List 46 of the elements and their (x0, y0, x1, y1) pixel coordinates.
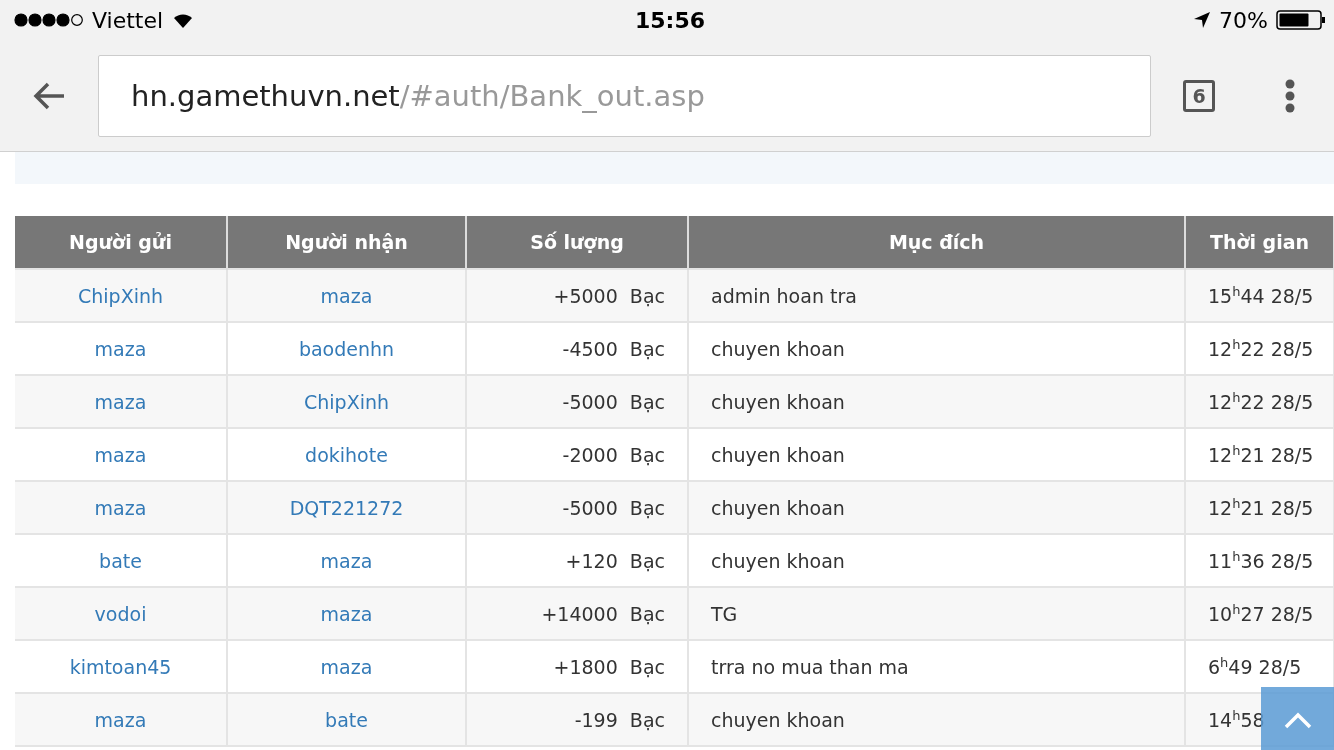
battery-icon (1276, 10, 1326, 30)
time-cell: 12$^{h}$22 28/5 (1185, 375, 1334, 428)
time-cell: 10$^{h}$27 28/5 (1185, 587, 1334, 640)
amount-cell: +14000 Bạc (466, 587, 688, 640)
sender-link[interactable]: maza (94, 496, 147, 519)
column-header: Mục đích (688, 216, 1185, 269)
receiver-link[interactable]: bate (325, 708, 368, 731)
purpose-cell: chuyen khoan (688, 481, 1185, 534)
battery-percent: 70% (1219, 7, 1268, 33)
sender-link[interactable]: ChipXinh (78, 284, 163, 307)
amount-cell: +5000 Bạc (466, 269, 688, 322)
column-header: Số lượng (466, 216, 688, 269)
column-header: Người nhận (227, 216, 466, 269)
receiver-link[interactable]: maza (320, 602, 373, 625)
time-cell: 15$^{h}$44 28/5 (1185, 269, 1334, 322)
address-bar[interactable]: hn.gamethuvn.net/#auth/Bank_out.asp (98, 54, 1151, 137)
purpose-cell: TG (688, 587, 1185, 640)
amount-cell: -5000 Bạc (466, 481, 688, 534)
sender-link[interactable]: maza (94, 390, 147, 413)
purpose-cell: chuyen khoan (688, 375, 1185, 428)
sender-link[interactable]: bate (99, 549, 142, 572)
receiver-link[interactable]: maza (320, 284, 373, 307)
location-arrow-icon (1193, 11, 1212, 29)
tab-count-button[interactable]: 6 (1183, 79, 1215, 112)
purpose-cell: chuyen khoan (688, 693, 1185, 746)
sender-link[interactable]: maza (94, 708, 147, 731)
sender-link[interactable]: maza (94, 337, 147, 360)
receiver-link[interactable]: baodenhn (298, 337, 395, 360)
column-header: Thời gian (1185, 216, 1334, 269)
more-menu-icon[interactable] (1285, 78, 1295, 113)
amount-cell: -199 Bạc (466, 693, 688, 746)
carrier-name: Viettel (92, 7, 164, 33)
receiver-link[interactable]: maza (320, 549, 373, 572)
clock-time: 15:56 (635, 7, 705, 33)
sender-link[interactable]: vodoi (94, 602, 147, 625)
column-header: Người gửi (15, 216, 227, 269)
back-arrow-icon[interactable] (32, 80, 66, 111)
receiver-link[interactable]: maza (320, 655, 373, 678)
receiver-link[interactable]: dokihote (305, 443, 388, 466)
purpose-cell: admin hoan tra (688, 269, 1185, 322)
amount-cell: -5000 Bạc (466, 375, 688, 428)
time-cell: 12$^{h}$21 28/5 (1185, 481, 1334, 534)
sender-link[interactable]: maza (94, 443, 147, 466)
chevron-up-icon (1282, 710, 1313, 729)
receiver-link[interactable]: ChipXinh (304, 390, 389, 413)
signal-icon (14, 13, 84, 27)
